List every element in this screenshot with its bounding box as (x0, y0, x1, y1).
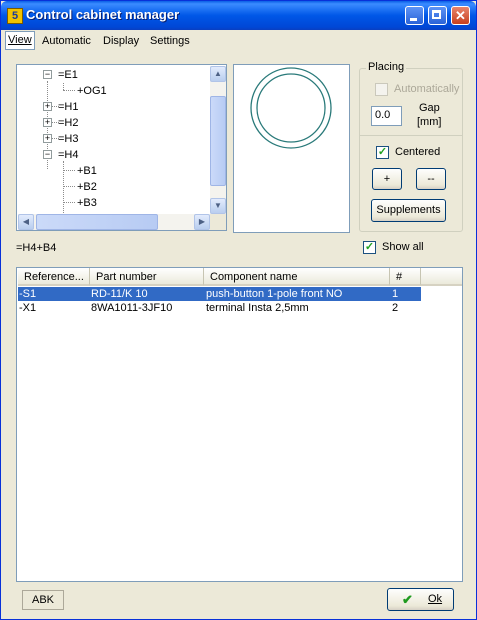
collapse-icon[interactable]: − (43, 150, 52, 159)
gap-label: Gap (419, 102, 440, 114)
cell-part-number: 8WA1011-3JF10 (91, 302, 173, 314)
centered-checkbox[interactable]: ✓ (376, 146, 389, 159)
tree-horizontal-scroll-thumb[interactable] (36, 214, 158, 230)
tree-node-b1[interactable]: +B1 (77, 164, 97, 178)
selection-path: =H4+B4 (16, 242, 57, 254)
abk-status: ABK (22, 590, 64, 610)
tree-horizontal-scrollbar[interactable]: ◀ ▶ (18, 214, 210, 230)
table-row[interactable]: -X1 8WA1011-3JF10 terminal Insta 2,5mm 2 (18, 301, 421, 315)
menu-view-label: View (8, 34, 32, 46)
tree-line (63, 202, 75, 203)
show-all-label: Show all (382, 241, 424, 253)
tree-node-h1[interactable]: =H1 (58, 100, 79, 114)
menu-display[interactable]: Display (103, 33, 139, 49)
expand-icon[interactable]: + (43, 102, 52, 111)
cell-reference: -S1 (19, 288, 37, 300)
tree-node-h2[interactable]: =H2 (58, 116, 79, 130)
tree-line (63, 170, 75, 171)
cell-part-number: RD-11/K 10 (91, 288, 148, 300)
checkmark-icon: ✓ (364, 241, 375, 253)
close-icon: ✕ (455, 8, 466, 23)
tree-vertical-scrollbar[interactable]: ▲ ▼ (210, 66, 226, 214)
components-table[interactable]: Reference... Part number Component name … (16, 267, 463, 582)
minimize-button[interactable] (405, 6, 424, 25)
scroll-down-icon[interactable]: ▼ (210, 198, 226, 214)
menu-view[interactable]: View (5, 31, 35, 50)
cell-reference: -X1 (19, 302, 37, 314)
tree-line (63, 186, 75, 187)
close-button[interactable]: ✕ (451, 6, 470, 25)
minimize-icon (410, 18, 417, 21)
app-icon: 5 (7, 8, 23, 24)
automatically-checkbox[interactable] (375, 83, 388, 96)
tree-node-h4[interactable]: =H4 (58, 148, 79, 162)
outer-circle (250, 67, 332, 149)
ok-button[interactable]: ✔ Ok (387, 588, 454, 611)
component-preview (233, 64, 350, 233)
show-all-checkbox[interactable]: ✓ (363, 241, 376, 254)
structure-tree[interactable]: − =E1 +OG1 + =H1 + =H2 + =H3 − =H4 +B1 +… (16, 64, 227, 231)
checkmark-icon: ✔ (402, 592, 413, 607)
scroll-up-icon[interactable]: ▲ (210, 66, 226, 82)
inner-circle (256, 73, 326, 143)
menu-automatic[interactable]: Automatic (42, 33, 91, 49)
column-header-filler (421, 268, 462, 286)
tree-node-og1[interactable]: +OG1 (77, 84, 107, 98)
maximize-button[interactable] (428, 6, 447, 25)
title-bar[interactable]: 5 Control cabinet manager ✕ (1, 1, 476, 30)
tree-node-h3[interactable]: =H3 (58, 132, 79, 146)
column-header-reference[interactable]: Reference... (18, 268, 90, 286)
cell-count: 2 (392, 302, 399, 314)
ok-button-label: Ok (428, 593, 443, 605)
minus-button[interactable]: -- (416, 168, 446, 190)
cell-component-name: push-button 1-pole front NO (206, 288, 343, 300)
column-header-component-name[interactable]: Component name (204, 268, 390, 286)
tree-node-b3[interactable]: +B3 (77, 196, 97, 210)
expand-icon[interactable]: + (43, 134, 52, 143)
scroll-right-icon[interactable]: ▶ (194, 214, 210, 230)
tree-node-e1[interactable]: =E1 (58, 68, 78, 82)
supplements-button[interactable]: Supplements (371, 199, 446, 222)
scrollbar-corner (210, 214, 226, 230)
menu-bar: View Automatic Display Settings (1, 30, 476, 50)
checkmark-icon: ✓ (377, 146, 388, 158)
tree-line (63, 83, 64, 90)
column-header-part-number[interactable]: Part number (90, 268, 204, 286)
column-header-count[interactable]: # (390, 268, 421, 286)
window-title: Control cabinet manager (26, 7, 180, 22)
gap-unit-label: [mm] (417, 116, 442, 128)
main-window: 5 Control cabinet manager ✕ View Automat… (0, 0, 477, 620)
tree-vertical-scroll-thumb[interactable] (210, 96, 226, 186)
automatically-label: Automatically (394, 83, 460, 95)
maximize-icon (432, 10, 441, 19)
expand-icon[interactable]: + (43, 118, 52, 127)
gap-input[interactable]: 0.0 (371, 106, 402, 126)
centered-label: Centered (395, 146, 441, 158)
cell-component-name: terminal Insta 2,5mm (206, 302, 309, 314)
menu-settings[interactable]: Settings (150, 33, 190, 49)
tree-node-b2[interactable]: +B2 (77, 180, 97, 194)
placing-divider (360, 135, 462, 136)
collapse-icon[interactable]: − (43, 70, 52, 79)
table-row[interactable]: -S1 RD-11/K 10 push-button 1-pole front … (18, 287, 421, 301)
cell-count: 1 (392, 288, 399, 300)
preview-drawing (250, 67, 332, 149)
scroll-left-icon[interactable]: ◀ (18, 214, 34, 230)
plus-button[interactable]: + (372, 168, 402, 190)
placing-group-title: Placing (366, 61, 407, 73)
tree-line (63, 90, 75, 91)
